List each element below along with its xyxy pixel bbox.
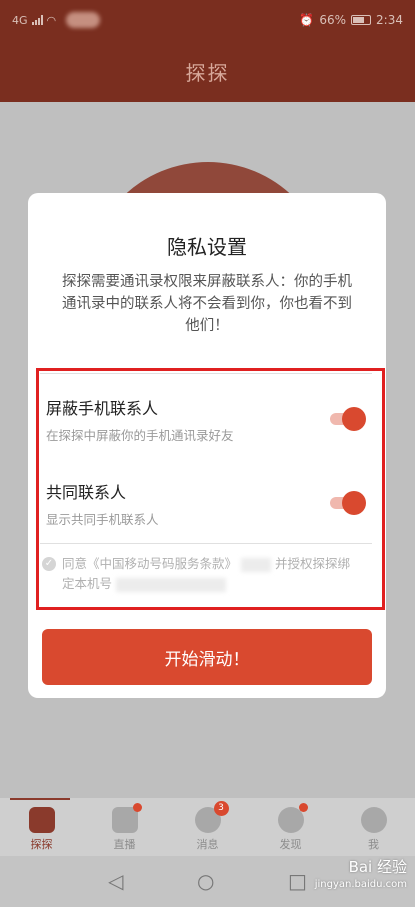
bottom-nav: 探探 直播 3 消息 发现 我 [0, 798, 415, 856]
watermark-url: jingyan.baidu.com [314, 879, 407, 890]
nav-item-discover[interactable]: 发现 [249, 798, 332, 856]
battery-icon [351, 15, 372, 25]
cards-icon [28, 807, 55, 833]
notification-dot [298, 803, 308, 812]
battery-percent: 66% [319, 13, 347, 27]
page-title: 探探 [185, 60, 230, 85]
toggle-knob [342, 407, 366, 431]
nav-label: 发现 [279, 838, 302, 851]
nav-label: 直播 [113, 838, 136, 851]
back-icon[interactable]: ◁ [108, 869, 123, 893]
nav-item-live[interactable]: 直播 [83, 798, 166, 856]
setting-sub: 显示共同手机联系人 [46, 512, 159, 527]
watermark-brand: Bai 经验 [348, 858, 407, 876]
status-bar: 4G ◠ ⏰ 66% 2:34 [0, 0, 415, 40]
start-swiping-button[interactable]: 开始滑动！ [42, 629, 372, 685]
notification-dot [132, 803, 142, 812]
clock: 2:34 [376, 13, 403, 27]
home-icon[interactable]: ○ [197, 869, 214, 893]
system-nav-bar: ◁ ○ □ Bai 经验 jingyan.baidu.com [0, 856, 415, 907]
tv-icon [111, 803, 142, 833]
nav-label: 我 [368, 838, 379, 851]
blurred-phone-number [116, 577, 226, 592]
setting-sub: 在探探中屏蔽你的手机通讯录好友 [46, 428, 234, 443]
common-contacts-toggle[interactable] [330, 491, 366, 515]
app-header: 探探 [0, 40, 415, 102]
agreement-terms[interactable]: 同意《中国移动号码服务条款》 [62, 556, 237, 571]
setting-label: 屏蔽手机联系人 [46, 399, 159, 418]
block-contacts-toggle[interactable] [330, 407, 366, 431]
setting-block-contacts[interactable]: 屏蔽手机联系人 在探探中屏蔽你的手机通讯录好友 [46, 395, 366, 444]
check-icon[interactable]: ✓ [42, 557, 56, 571]
blurred-carrier [66, 12, 101, 28]
toggle-knob [342, 491, 366, 515]
divider-top [40, 373, 372, 374]
nav-label: 消息 [196, 838, 219, 851]
agreement-authorize: 并授权探探绑 [274, 556, 350, 571]
alarm-icon: ⏰ [299, 13, 315, 27]
nav-item-tantan[interactable]: 探探 [0, 798, 83, 856]
agreement-row[interactable]: ✓ 同意《中国移动号码服务条款》 并授权探探绑 定本机号 [42, 554, 362, 594]
status-right: ⏰ 66% 2:34 [299, 13, 403, 27]
blurred-gap [241, 557, 271, 572]
nav-label: 探探 [30, 838, 53, 851]
network-type: 4G [12, 13, 28, 27]
profile-icon [360, 807, 387, 833]
chat-icon: 3 [194, 801, 229, 833]
recents-icon[interactable]: □ [288, 869, 307, 893]
signal-icon [31, 15, 43, 25]
message-badge: 3 [213, 801, 229, 816]
dialog-title: 隐私设置 [167, 235, 247, 259]
agreement-bind: 定本机号 [62, 576, 113, 591]
divider-bottom [40, 543, 372, 544]
dialog-description: 探探需要通讯录权限来屏蔽联系人：你的手机通讯录中的联系人将不会看到你，你也看不到… [62, 274, 352, 334]
compass-icon [277, 803, 308, 833]
privacy-dialog: 隐私设置 探探需要通讯录权限来屏蔽联系人：你的手机通讯录中的联系人将不会看到你，… [28, 193, 386, 698]
agreement-text: 同意《中国移动号码服务条款》 并授权探探绑 定本机号 [62, 554, 362, 594]
nav-item-me[interactable]: 我 [332, 798, 415, 856]
watermark: Bai 经验 jingyan.baidu.com [315, 858, 407, 894]
nav-item-messages[interactable]: 3 消息 [166, 798, 249, 856]
wifi-icon: ◠ [46, 13, 57, 27]
setting-label: 共同联系人 [46, 483, 127, 502]
setting-common-contacts[interactable]: 共同联系人 显示共同手机联系人 [46, 479, 366, 528]
status-left: 4G ◠ [12, 12, 101, 28]
